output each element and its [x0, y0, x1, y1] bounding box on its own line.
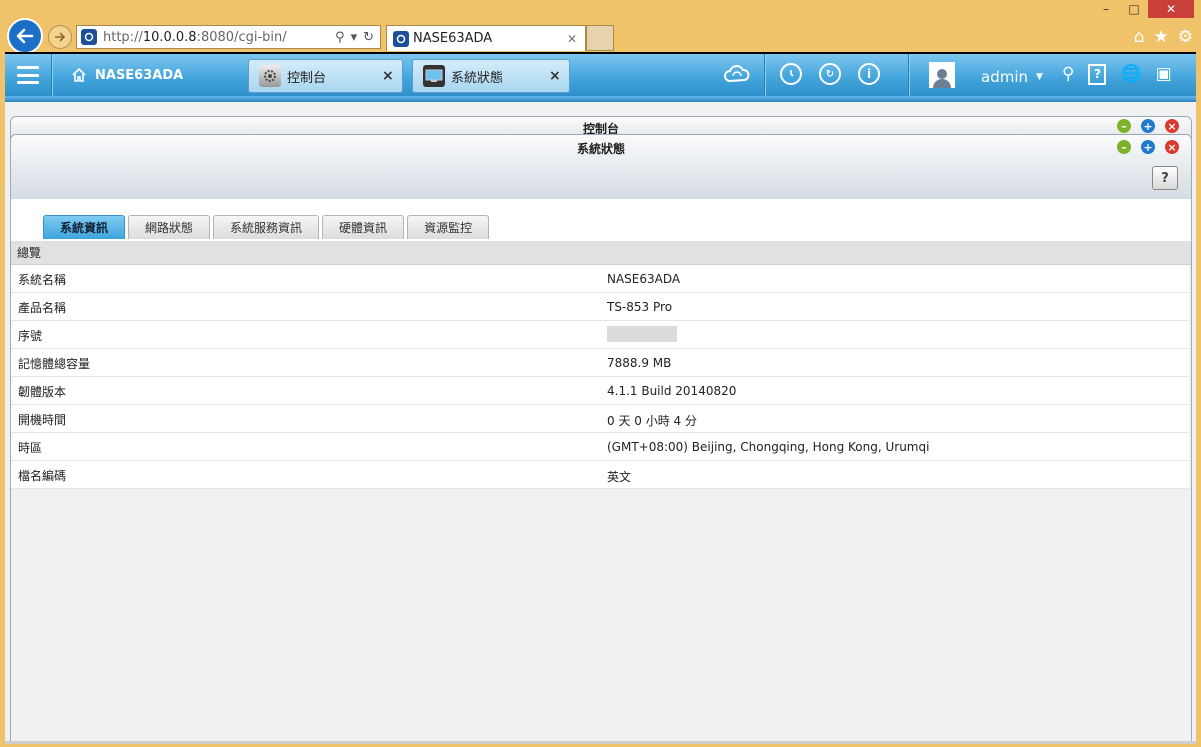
table-row: 記憶體總容量 7888.9 MB — [11, 349, 1189, 377]
refresh-icon[interactable]: ↻ — [363, 30, 374, 45]
maximize-icon[interactable]: + — [1141, 119, 1155, 133]
info-table: 系統名稱 NASE63ADA 產品名稱 TS-853 Pro 序號 記憶體總容量 78… — [11, 265, 1189, 489]
close-app-tab-icon[interactable]: × — [382, 68, 402, 84]
window-controls: – □ ✕ — [1092, 0, 1194, 20]
site-favicon — [81, 29, 97, 45]
tab-network-status[interactable]: 網路狀態 — [128, 215, 211, 239]
browser-tab[interactable]: NASE63ADA ✕ — [386, 25, 586, 51]
qts-header: NASE63ADA 控制台 × 系統狀態 × ↻ i admin ▼ ⚲ ? 🌐… — [5, 52, 1196, 96]
header-strip — [5, 96, 1196, 102]
qts-desktop: NASE63ADA 控制台 × 系統狀態 × ↻ i admin ▼ ⚲ ? 🌐… — [5, 52, 1196, 744]
minimize-icon[interactable]: – — [1117, 119, 1131, 133]
row-label: 時區 — [18, 441, 43, 455]
row-label: 韌體版本 — [18, 385, 67, 399]
device-name: NASE63ADA — [95, 67, 184, 83]
url-text: http://10.0.0.8:8080/cgi-bin/ — [103, 29, 287, 45]
menu-icon[interactable] — [17, 66, 39, 84]
browser-tab-title: NASE63ADA — [413, 31, 493, 46]
row-value: NASE63ADA — [607, 272, 681, 286]
window-bottom-edge — [5, 741, 1196, 744]
row-value: TS-853 Pro — [607, 300, 673, 314]
forward-button[interactable] — [48, 25, 72, 49]
row-label: 檔名編碼 — [18, 469, 67, 483]
table-row: 序號 — [11, 321, 1189, 349]
minimize-icon[interactable]: – — [1117, 140, 1131, 154]
avatar[interactable] — [929, 62, 955, 88]
maximize-icon[interactable]: + — [1141, 140, 1155, 154]
table-row: 時區 (GMT+08:00) Beijing, Chongqing, Hong K… — [11, 433, 1189, 461]
arrow-right-icon — [55, 32, 66, 42]
search-icon[interactable]: ⚲ — [335, 30, 345, 45]
language-globe-icon[interactable]: 🌐 — [1120, 64, 1141, 85]
home-icon[interactable]: ⌂ — [1134, 27, 1145, 47]
close-icon[interactable]: × — [1165, 140, 1179, 154]
help-button[interactable]: ? — [1152, 166, 1178, 190]
table-row: 開機時間 0 天 0 小時 4 分 — [11, 405, 1189, 433]
new-tab-button[interactable] — [586, 25, 614, 51]
close-tab-icon[interactable]: ✕ — [567, 32, 585, 46]
address-bar[interactable]: http://10.0.0.8:8080/cgi-bin/ ⚲ ▾ ↻ — [76, 25, 381, 49]
row-label: 開機時間 — [18, 413, 67, 427]
minimize-window-button[interactable]: – — [1092, 0, 1120, 18]
help-icon[interactable]: ? — [1088, 64, 1107, 85]
desktop-monitor-icon[interactable]: ▣ — [1156, 64, 1172, 85]
window-title: 系統狀態 — [576, 142, 625, 156]
dropdown-arrow-icon[interactable]: ▾ — [351, 30, 358, 45]
maximize-window-button[interactable]: □ — [1120, 0, 1148, 18]
close-app-tab-icon[interactable]: × — [549, 68, 569, 84]
home-button[interactable]: NASE63ADA — [71, 67, 183, 83]
app-tab-system-status[interactable]: 系統狀態 × — [412, 59, 570, 93]
tab-system-info[interactable]: 系統資訊 — [43, 215, 126, 239]
cloud-icon[interactable] — [723, 63, 751, 85]
site-favicon — [393, 30, 409, 47]
row-value: 4.1.1 Build 20140820 — [607, 384, 737, 398]
tab-hardware-info[interactable]: 硬體資訊 — [322, 215, 405, 239]
status-tab-bar: 系統資訊 網路狀態 系統服務資訊 硬體資訊 資源監控 — [11, 199, 1191, 242]
row-label: 序號 — [18, 329, 43, 343]
monitor-icon — [423, 65, 445, 87]
row-value: 0 天 0 小時 4 分 — [607, 414, 697, 428]
row-value: 英文 — [607, 470, 632, 484]
table-row: 檔名編碼 英文 — [11, 461, 1189, 489]
arrow-left-icon — [16, 28, 34, 44]
chevron-down-icon: ▼ — [1036, 72, 1043, 82]
home-icon — [72, 67, 86, 82]
section-header: 總覽 — [11, 241, 1191, 265]
user-menu[interactable]: admin ▼ — [981, 68, 1043, 86]
system-status-window: 系統狀態 – + × ? 系統資訊 網路狀態 系統服務資訊 硬體資訊 資源監控 … — [10, 134, 1192, 744]
table-row: 韌體版本 4.1.1 Build 20140820 — [11, 377, 1189, 405]
settings-gear-icon[interactable]: ⚙ — [1178, 27, 1193, 47]
row-value: 7888.9 MB — [607, 356, 672, 370]
tab-service-info[interactable]: 系統服務資訊 — [213, 215, 320, 239]
table-row: 產品名稱 TS-853 Pro — [11, 293, 1189, 321]
favorites-star-icon[interactable]: ★ — [1154, 27, 1169, 47]
row-label: 系統名稱 — [18, 273, 67, 287]
app-tab-control-panel[interactable]: 控制台 × — [248, 59, 403, 93]
username: admin — [981, 68, 1028, 86]
search-icon[interactable]: ⚲ — [1062, 64, 1074, 85]
close-window-button[interactable]: ✕ — [1148, 0, 1194, 18]
back-button[interactable] — [7, 18, 43, 54]
gear-icon — [259, 65, 281, 87]
browser-toolbar-right: ⌂ ★ ⚙ — [1134, 27, 1193, 47]
clock-icon[interactable] — [780, 63, 802, 85]
redacted-serial-value — [607, 326, 677, 342]
close-icon[interactable]: × — [1165, 119, 1179, 133]
info-icon[interactable]: i — [858, 63, 880, 85]
table-row: 系統名稱 NASE63ADA — [11, 265, 1189, 293]
row-value: (GMT+08:00) Beijing, Chongqing, Hong Kon… — [607, 440, 930, 454]
sync-icon[interactable]: ↻ — [819, 63, 841, 85]
window-header: 系統狀態 – + × ? — [11, 135, 1191, 200]
tab-resource-monitor[interactable]: 資源監控 — [407, 215, 490, 239]
row-label: 記憶體總容量 — [18, 357, 91, 371]
row-label: 產品名稱 — [18, 301, 67, 315]
